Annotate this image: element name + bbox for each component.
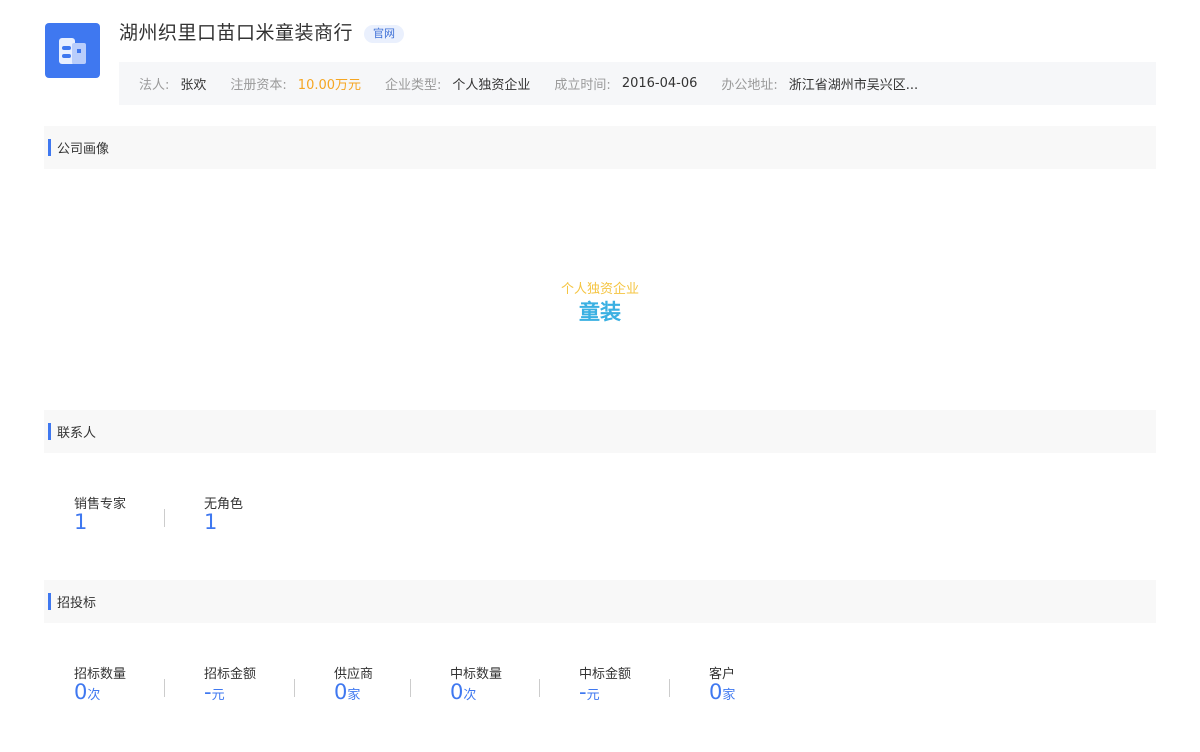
stat-divider: [410, 679, 411, 697]
company-type-value: 个人独资企业: [452, 78, 531, 93]
portrait-section-title: 公司画像: [57, 142, 110, 157]
stat-divider: [669, 679, 670, 697]
stat-value: 0家: [709, 680, 736, 704]
section-accent-bar: [48, 593, 51, 610]
bidding-section-title: 招投标: [57, 596, 97, 611]
stat-value: 1: [204, 510, 218, 534]
stat-value: -元: [204, 680, 225, 704]
founded-date-key: 成立时间:: [554, 78, 611, 93]
company-portrait: 个人独资企业 童装: [44, 170, 1156, 410]
section-accent-bar: [48, 139, 51, 156]
bidding-section-header: 招投标: [44, 580, 1156, 623]
official-site-badge[interactable]: 官网: [364, 25, 404, 43]
legal-person-key: 法人:: [139, 78, 170, 93]
registered-capital-key: 注册资本:: [230, 78, 287, 93]
stat-value: 0次: [450, 680, 477, 704]
office-address-key: 办公地址:: [721, 78, 778, 93]
stat-value: 1: [74, 510, 88, 534]
company-logo: [45, 23, 100, 78]
legal-person-value: 张欢: [180, 78, 207, 93]
stat-divider: [164, 679, 165, 697]
building-icon: [59, 38, 86, 64]
portrait-section-header: 公司画像: [44, 126, 1156, 169]
contacts-section-title: 联系人: [57, 426, 97, 441]
portrait-company-type: 个人独资企业: [560, 282, 639, 297]
company-info-bar: 法人: 张欢 注册资本: 10.00万元 企业类型: 个人独资企业 成立时间: …: [119, 62, 1156, 105]
company-name: 湖州织里口苗口米童装商行: [119, 22, 354, 44]
stat-value: 0次: [74, 680, 101, 704]
portrait-business-tag: 童装: [579, 300, 621, 324]
stat-divider: [164, 509, 165, 527]
founded-date-value: 2016-04-06: [621, 76, 698, 91]
section-accent-bar: [48, 423, 51, 440]
stat-value: 0家: [334, 680, 361, 704]
contacts-section-header: 联系人: [44, 410, 1156, 453]
registered-capital-value: 10.00万元: [297, 78, 362, 93]
stat-divider: [539, 679, 540, 697]
company-type-key: 企业类型:: [385, 78, 442, 93]
office-address-value[interactable]: 浙江省湖州市吴兴区...: [789, 74, 918, 93]
stat-value: -元: [579, 680, 600, 704]
stat-divider: [294, 679, 295, 697]
